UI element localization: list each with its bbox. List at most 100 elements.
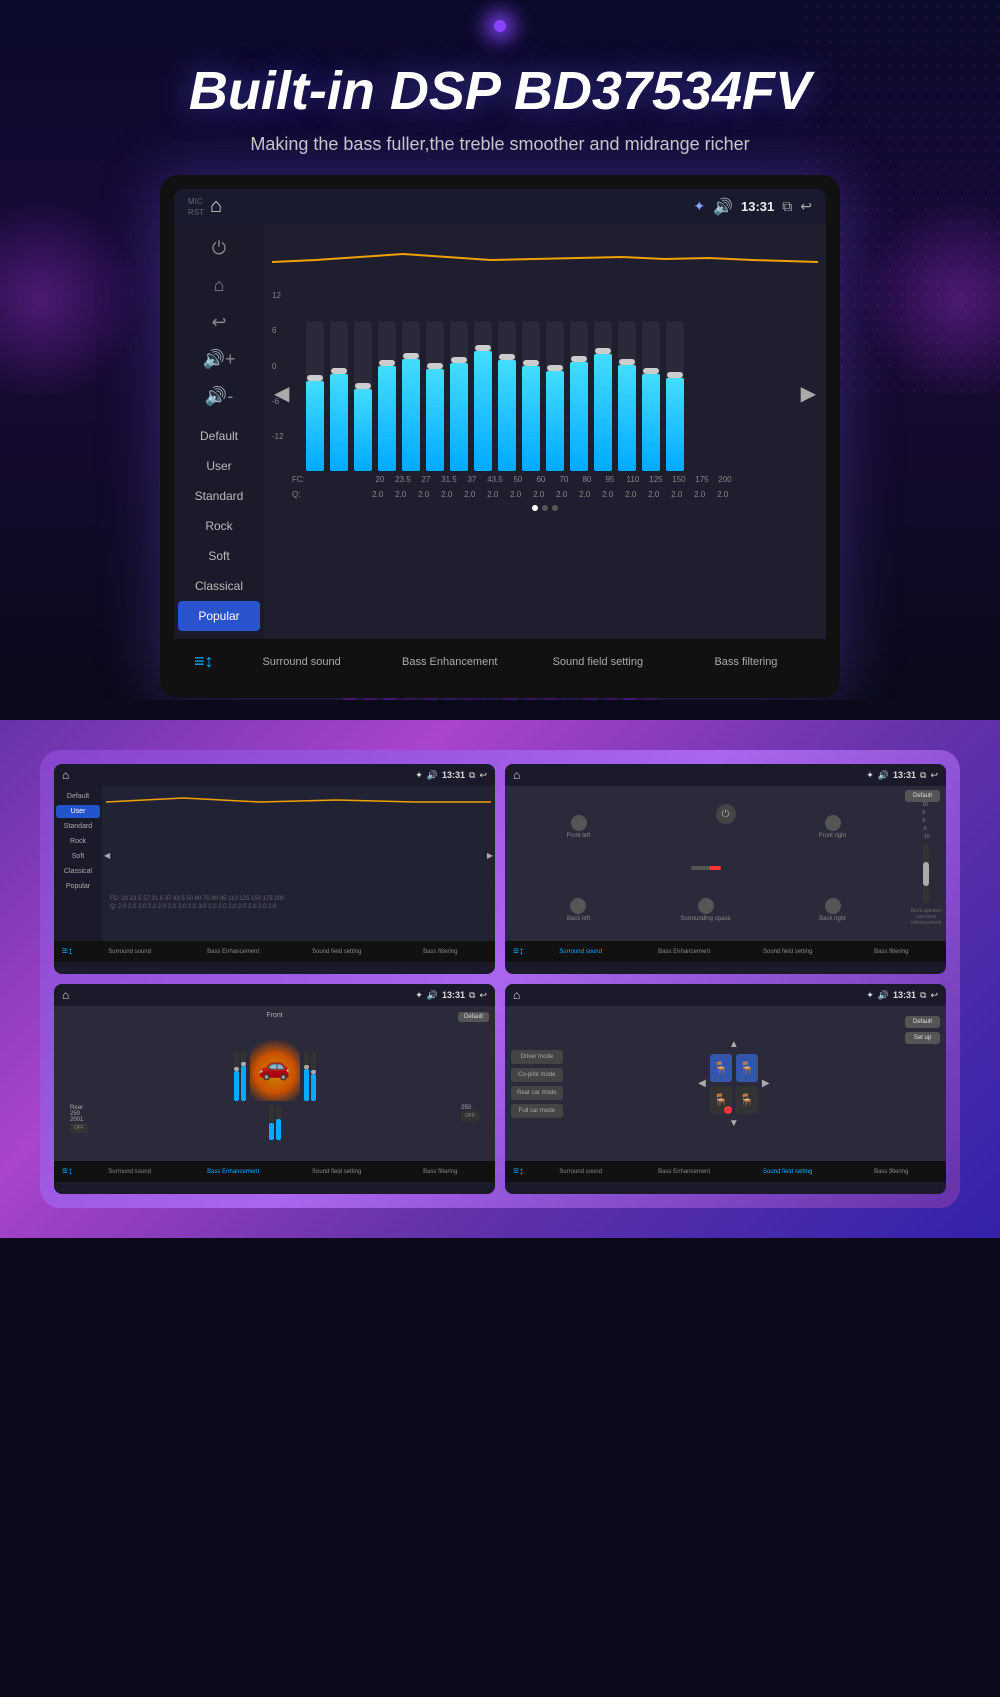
freq-125: 125 (647, 475, 665, 484)
mini-tab-surround-2[interactable]: Surround sound (530, 945, 632, 959)
seat-fl[interactable]: 🪑 (710, 1054, 732, 1082)
mini-tab-sf-3[interactable]: Sound field setting (286, 1165, 388, 1179)
preset-rock[interactable]: Rock (174, 511, 264, 541)
preset-popular[interactable]: Popular (178, 601, 260, 631)
nav-home-icon[interactable]: ⌂ (208, 269, 231, 302)
mini-left-arrow[interactable]: ◀ (104, 851, 110, 860)
seat-rr[interactable]: 🪑 (736, 1086, 758, 1114)
mini-preset-classical-1[interactable]: Classical (56, 865, 100, 878)
mini-home-1[interactable]: ⌂ (62, 768, 69, 782)
mini-win-3: ⧉ (469, 990, 475, 1001)
device-screen: MIC RST ⌂ ✦ 🔊 13:31 ⧉ ↩ (174, 189, 826, 684)
front-left-dot[interactable] (571, 815, 587, 831)
tab-sound-field[interactable]: Sound field setting (526, 646, 670, 678)
preset-soft[interactable]: Soft (174, 541, 264, 571)
mini-tab-sf-2[interactable]: Sound field setting (737, 945, 839, 959)
mini-right-arrow[interactable]: ▶ (487, 851, 493, 860)
vol-up-icon[interactable]: 🔊+ (197, 343, 242, 376)
power-icon[interactable]: ⏻ (206, 232, 232, 265)
back-left-dot[interactable] (570, 898, 586, 914)
mini-tab-bf-3[interactable]: Bass filtering (389, 1165, 491, 1179)
mini-tab-surround-3[interactable]: Surround sound (79, 1165, 181, 1179)
window-icon[interactable]: ⧉ (782, 198, 792, 215)
mini-tab-bass-2[interactable]: Bass Enhancement (633, 945, 735, 959)
up-arrow[interactable]: ▲ (729, 1039, 739, 1050)
mini-home-4[interactable]: ⌂ (513, 988, 520, 1002)
home-icon[interactable]: ⌂ (210, 195, 222, 218)
y-label-0: 0 (272, 362, 284, 371)
fl-slider-2[interactable] (241, 1051, 246, 1101)
bass-default-btn[interactable]: Default (458, 1012, 489, 1022)
mini-eq-icon-3[interactable]: ≡↕ (58, 1164, 77, 1179)
driver-mode-btn[interactable]: Driver mode (511, 1050, 563, 1064)
nav-back-icon[interactable]: ↩ (205, 306, 232, 339)
right-arrow[interactable]: ▶ (762, 1078, 770, 1089)
surround-v-slider[interactable] (923, 844, 929, 904)
eq-next-arrow[interactable]: ▶ (801, 381, 816, 406)
tab-surround-sound[interactable]: Surround sound (230, 646, 374, 678)
tab-bass-filtering[interactable]: Bass filtering (674, 646, 818, 678)
volume-icon[interactable]: 🔊 (713, 197, 733, 217)
seat-fr[interactable]: 🪑 (736, 1054, 758, 1082)
sf-default-btn[interactable]: Default (905, 1016, 940, 1028)
mini-eq-icon-1[interactable]: ≡↕ (58, 944, 77, 959)
back-right-dot[interactable] (825, 898, 841, 914)
surround-default-btn[interactable]: Default (905, 790, 940, 802)
front-left-area: Front left (567, 815, 591, 839)
eq-col-14 (618, 321, 636, 471)
mini-tab-bf-4[interactable]: Bass filtering (840, 1165, 942, 1179)
seat-rl[interactable]: 🪑 (710, 1086, 732, 1114)
fl-slider-1[interactable] (234, 1051, 239, 1101)
q-row: Q: 2.0 2.0 2.0 2.0 2.0 2.0 2.0 2.0 2.0 (272, 488, 818, 501)
rear-mode-btn[interactable]: Rear car mode (511, 1086, 563, 1100)
mini-tab-sf-4[interactable]: Sound field setting (737, 1165, 839, 1179)
mini-tab-bass-1[interactable]: Bass Enhancement (182, 945, 284, 959)
mini-tab-surround-1[interactable]: Surround sound (79, 945, 181, 959)
preset-user[interactable]: User (174, 451, 264, 481)
surround-content: Default ⏻ Front left F (505, 786, 946, 941)
eq-tab-icon[interactable]: ≡↕ (182, 643, 226, 680)
mini-preset-soft-1[interactable]: Soft (56, 850, 100, 863)
mic-rst-labels: MIC RST (188, 197, 204, 217)
rear-slider-2[interactable] (276, 1105, 281, 1140)
freq-110: 110 (624, 475, 642, 484)
q-12: 2.0 (622, 490, 640, 499)
mini-tab-surround-4[interactable]: Surround sound (530, 1165, 632, 1179)
mini-tab-sf-1[interactable]: Sound field setting (286, 945, 388, 959)
preset-classical[interactable]: Classical (174, 571, 264, 601)
mini-home-2[interactable]: ⌂ (513, 768, 520, 782)
tab-bass-enhancement[interactable]: Bass Enhancement (378, 646, 522, 678)
mini-eq-icon-2[interactable]: ≡↕ (509, 944, 528, 959)
mode-buttons: Driver mode Co-pilot mode Rear car mode … (511, 1012, 563, 1155)
mini-eq-icon-4[interactable]: ≡↕ (509, 1164, 528, 1179)
front-right-dot[interactable] (825, 815, 841, 831)
fr-slider-2[interactable] (311, 1051, 316, 1101)
mini-preset-standard-1[interactable]: Standard (56, 820, 100, 833)
left-arrow[interactable]: ◀ (698, 1078, 706, 1089)
mini-tab-bf-2[interactable]: Bass filtering (840, 945, 942, 959)
mini-preset-user-1[interactable]: User (56, 805, 100, 818)
back-icon[interactable]: ↩ (800, 198, 812, 215)
mini-tab-bf-1[interactable]: Bass filtering (389, 945, 491, 959)
copilot-mode-btn[interactable]: Co-pilot mode (511, 1068, 563, 1082)
rear-right-off[interactable]: OFF (461, 1111, 479, 1121)
vol-down-icon[interactable]: 🔊- (199, 380, 239, 413)
mini-tab-bass-3[interactable]: Bass Enhancement (182, 1165, 284, 1179)
preset-standard[interactable]: Standard (174, 481, 264, 511)
four-screens-grid: ⌂ ✦ 🔊 13:31 ⧉ ↩ Default User Standard Ro (54, 764, 946, 1194)
full-mode-btn[interactable]: Full car mode (511, 1104, 563, 1118)
surround-power-btn[interactable]: ⏻ (716, 804, 736, 824)
surrounding-dot[interactable] (698, 898, 714, 914)
fr-slider-1[interactable] (304, 1051, 309, 1101)
mini-preset-default-1[interactable]: Default (56, 790, 100, 803)
rear-slider-1[interactable] (269, 1105, 274, 1140)
mini-preset-popular-1[interactable]: Popular (56, 880, 100, 893)
rear-off-btn[interactable]: OFF (70, 1123, 88, 1133)
mini-preset-rock-1[interactable]: Rock (56, 835, 100, 848)
down-arrow[interactable]: ▼ (729, 1118, 739, 1129)
mini-home-3[interactable]: ⌂ (62, 988, 69, 1002)
sf-setup-btn[interactable]: Set up (905, 1032, 940, 1044)
mini-tab-bass-4[interactable]: Bass Enhancement (633, 1165, 735, 1179)
preset-default[interactable]: Default (174, 421, 264, 451)
eq-col-8 (474, 321, 492, 471)
